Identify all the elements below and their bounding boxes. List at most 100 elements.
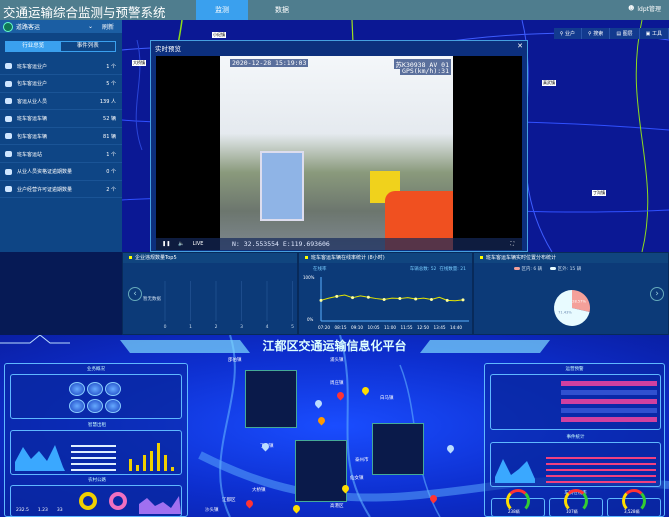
video-frame: 2020-12-28 15:19:03 苏K30938 AV 01 GPS(km… [220,56,453,250]
data-point [335,294,339,298]
map-popup [372,423,424,475]
item-value: 1 个 [106,63,116,70]
vehicle-icon [5,80,12,87]
x-tick-label: 07:20 [318,325,330,330]
item-value: 139 人 [99,98,116,105]
item-value: 5 个 [106,81,116,88]
stat-value: 232.5 [16,508,29,513]
donut-chart [109,492,127,510]
gauge-value: 107辆 [566,509,578,514]
user-menu[interactable]: ☻ ldpt管理 [628,4,661,13]
chevron-down-icon[interactable]: ⌄ [88,23,93,30]
close-icon[interactable]: ✕ [517,42,523,50]
overview-box [10,374,182,419]
y-tick-label: 100% [303,275,315,280]
stat-bubble [69,399,85,413]
refresh-button[interactable]: 刷新 [96,22,122,31]
data-point [414,297,418,301]
dashboard-left-panel: 业务概况 智慧出租 农村公路 232.5 1.23 33 [4,363,188,517]
gauge-value: 3,528辆 [624,509,640,514]
x-tick-label: 0 [164,324,167,330]
data-point [319,298,323,302]
map-popup [295,440,347,502]
tab-events[interactable]: 事件列表 [61,42,116,51]
data-point [445,298,449,302]
list-item[interactable]: 班车客运站 1 个 [0,146,122,163]
dashboard-place-label: 仙女镇 [350,476,364,481]
list-item[interactable]: 包车客运车辆 81 辆 [0,128,122,146]
chart-panel-online-rate: 班车客运车辆在线率统计 (8小时) 在线率 车辆总数: 52 在线数量: 21 … [298,252,473,335]
tab-monitor[interactable]: 监测 [196,0,248,20]
stat-bubble [87,382,103,396]
item-label: 业户经营许可证逾期数量 [17,186,73,193]
stat-value: 1.23 [37,508,48,513]
section-title: 智慧出租 [88,423,106,428]
list-item[interactable]: 业户经营许可证逾期数量 2 个 [0,181,122,199]
gauge-value: 238辆 [508,509,520,514]
tab-data[interactable]: 数据 [249,0,315,20]
tab-overview[interactable]: 行业总览 [6,42,61,51]
section-title: 农村公路 [88,478,106,483]
item-label: 包车客运车辆 [17,133,48,140]
x-tick-label: 08:15 [334,325,346,330]
toolbar-tools-button[interactable]: ▣ 工具 [640,28,669,39]
item-label: 班车客运站 [17,151,43,158]
rural-road-box: 232.5 1.23 33 [10,485,182,517]
username: ldpt管理 [637,6,661,13]
category-selector[interactable]: 道路客运 ⌄ 刷新 [0,20,122,33]
x-tick-label: 5 [291,324,294,330]
list-item[interactable]: 客运从业人员 139 人 [0,93,122,111]
x-tick-label: 4 [266,324,269,330]
item-value: 0 个 [106,169,116,176]
vehicle-icon [5,168,12,175]
dashboard-title: 江都区交通运输信息化平台 [262,339,407,353]
list-item[interactable]: 从业人员资格证逾期数量 0 个 [0,164,122,181]
app-title: 交通运输综合监测与预警系统 [3,5,166,20]
fullscreen-icon[interactable]: ⛶ [510,241,514,247]
vehicle-icon [5,63,12,69]
top-bar: 交通运输综合监测与预警系统 监测 数据 ☻ ldpt管理 [0,0,669,20]
toolbar-layer-button[interactable]: ▤ 图层 [610,28,640,39]
series-line [320,294,464,302]
y-tick-label: 0% [307,317,314,322]
vehicle-icon [5,98,12,105]
road-logo-icon [3,21,13,32]
live-label: LIVE [192,241,204,247]
bar-chart: 0 1 2 3 4 5 [164,281,294,330]
map-toolbar: ⚲ 业户 ⚲ 搜索 ▤ 图层 ▣ 工具 [553,28,669,39]
dashboard-place-label: 浦头镇 [330,358,344,363]
stat-value: 33 [56,508,63,513]
list-item[interactable]: 班车客运车辆 52 辆 [0,111,122,128]
x-tick-label: 11:00 [384,325,396,330]
x-tick-label: 11:55 [400,325,412,330]
slice-label: 28.57% [572,299,586,303]
item-label: 包车客运业户 [17,81,48,88]
volume-icon[interactable]: 🔈 [178,241,184,247]
pie-chart: 28.57% 71.43% [554,290,590,326]
item-label: 班车客运车辆 [17,116,48,123]
item-label: 客运从业人员 [17,98,48,105]
donut-chart [79,492,97,510]
item-value: 1 个 [106,151,116,158]
video-title: 实时预览 [155,45,181,53]
toolbar-search-button[interactable]: ⚲ 搜索 [582,28,611,39]
left-panel: 道路客运 ⌄ 刷新 行业总览 事件列表 班车客运业户 1 个包车客运业户 5 个客运… [0,20,122,252]
x-tick-label: 09:10 [351,325,363,330]
data-point [398,297,402,301]
toolbar-merchant-button[interactable]: ⚲ 业户 [554,28,583,39]
video-player[interactable]: 2020-12-28 15:19:03 苏K30938 AV 01 GPS(km… [156,56,522,250]
chart-panel-violations: 企业违规数量Top5 暂无数据 012345 [122,252,298,335]
chart-title: 班车客运车辆实时位置分布统计 [474,253,668,263]
dashboard-right-panel: 运营预警 事件统计 车辆在线率 238辆 107辆 3,528辆 [484,363,665,517]
gauge: 3,528辆 [607,489,661,517]
next-arrow-button[interactable]: › [650,287,664,301]
data-point [382,297,386,301]
stat-bubble [69,382,85,396]
list-item[interactable]: 班车客运业户 1 个 [0,58,122,75]
pause-icon[interactable]: ❚❚ [162,241,170,247]
prev-arrow-button[interactable]: ‹ [128,287,142,301]
item-value: 52 辆 [103,116,116,123]
dashboard-place-label: 白马镇 [380,396,394,401]
list-item[interactable]: 包车客运业户 5 个 [0,76,122,93]
dashboard-place-label: 泰州市 [355,458,369,463]
